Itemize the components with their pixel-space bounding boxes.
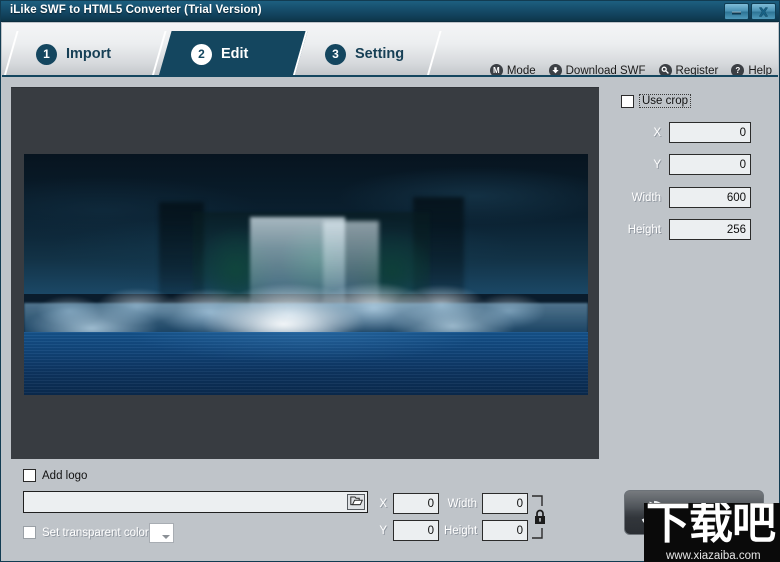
aspect-ratio-lock-icon[interactable]: [529, 493, 551, 541]
logo-width-input[interactable]: [482, 493, 528, 514]
add-logo-box[interactable]: [23, 469, 36, 482]
set-transparent-color-checkbox[interactable]: Set transparent color: [23, 526, 149, 539]
tab-import-label: Import: [66, 46, 112, 62]
download-swf-label: Download SWF: [565, 64, 646, 77]
logo-height-label: Height: [444, 524, 478, 537]
crop-height-input[interactable]: [669, 219, 751, 240]
download-icon: [548, 64, 562, 75]
logo-path-field: [23, 491, 368, 513]
help-label: Help: [748, 64, 772, 77]
logo-width-row: Width: [444, 493, 528, 514]
close-icon: [757, 6, 770, 18]
logo-x-label: X: [379, 497, 387, 510]
swf-preview-image[interactable]: [24, 154, 588, 395]
minimize-button[interactable]: [724, 3, 749, 20]
title-bar: iLike SWF to HTML5 Converter (Trial Vers…: [1, 1, 779, 22]
window-title: iLike SWF to HTML5 Converter (Trial Vers…: [10, 4, 262, 16]
crop-y-label: Y: [653, 158, 661, 171]
logo-height-row: Height: [444, 520, 528, 541]
crop-width-row: Width: [623, 187, 751, 208]
register-key-icon: [658, 64, 672, 75]
set-transparent-color-label: Set transparent color: [42, 526, 149, 539]
mode-icon: M: [489, 64, 503, 75]
watermark-url: www.xiazaiba.com: [666, 550, 761, 562]
logo-y-row: Y: [379, 520, 439, 541]
tab-edit-number: 2: [191, 43, 212, 65]
crop-width-label: Width: [631, 191, 661, 204]
add-logo-checkbox[interactable]: Add logo: [23, 469, 87, 482]
tab-setting[interactable]: 3 Setting: [292, 31, 456, 75]
logo-path-input[interactable]: [23, 491, 368, 513]
tab-setting-number: 3: [325, 43, 346, 65]
set-transparent-color-box[interactable]: [23, 526, 36, 539]
logo-x-input[interactable]: [393, 493, 439, 514]
add-logo-label: Add logo: [42, 469, 88, 482]
crop-x-label: X: [653, 126, 661, 139]
preview-water-highlight: [24, 332, 588, 395]
logo-browse-button[interactable]: [347, 494, 365, 510]
mode-label: Mode: [506, 64, 536, 77]
tab-bar: 1 Import 2 Edit 3 Setting M Mode Downloa…: [2, 23, 778, 77]
crop-width-input[interactable]: [669, 187, 751, 208]
logo-height-input[interactable]: [482, 520, 528, 541]
top-toolbar: M Mode Download SWF Register ? Help: [489, 64, 772, 77]
logo-y-input[interactable]: [393, 520, 439, 541]
tab-import[interactable]: 1 Import: [3, 31, 183, 75]
help-button[interactable]: ? Help: [731, 64, 772, 77]
download-swf-button[interactable]: Download SWF: [548, 64, 646, 77]
window-controls: [724, 3, 776, 20]
watermark-text: 下载吧: [646, 503, 776, 549]
transparent-color-swatch[interactable]: [149, 523, 174, 543]
crop-y-row: Y: [623, 154, 751, 175]
application-window: iLike SWF to HTML5 Converter (Trial Vers…: [0, 0, 780, 562]
help-icon: ?: [731, 64, 745, 75]
mode-button[interactable]: M Mode: [489, 64, 536, 77]
close-button[interactable]: [751, 3, 776, 20]
crop-x-input[interactable]: [669, 122, 751, 143]
crop-height-row: Height: [623, 219, 751, 240]
tab-edit-label: Edit: [221, 46, 249, 62]
chevron-down-icon: [162, 535, 170, 539]
tab-import-number: 1: [36, 43, 57, 65]
tab-edit[interactable]: 2 Edit: [158, 31, 308, 75]
use-crop-label: Use crop: [639, 94, 692, 108]
tab-setting-label: Setting: [355, 46, 405, 62]
crop-height-label: Height: [627, 223, 661, 236]
logo-y-label: Y: [379, 524, 387, 537]
use-crop-box[interactable]: [621, 94, 634, 108]
preview-canvas[interactable]: [11, 87, 599, 459]
folder-open-icon: [349, 493, 363, 511]
minimize-icon: [731, 7, 742, 16]
register-button[interactable]: Register: [658, 64, 719, 77]
crop-y-input[interactable]: [669, 154, 751, 175]
register-label: Register: [675, 64, 719, 77]
logo-x-row: X: [379, 493, 439, 514]
crop-x-row: X: [623, 122, 751, 143]
logo-width-label: Width: [447, 497, 477, 510]
use-crop-checkbox[interactable]: Use crop: [621, 94, 692, 108]
watermark-overlay: 下载吧 www.xiazaiba.com: [644, 503, 780, 562]
